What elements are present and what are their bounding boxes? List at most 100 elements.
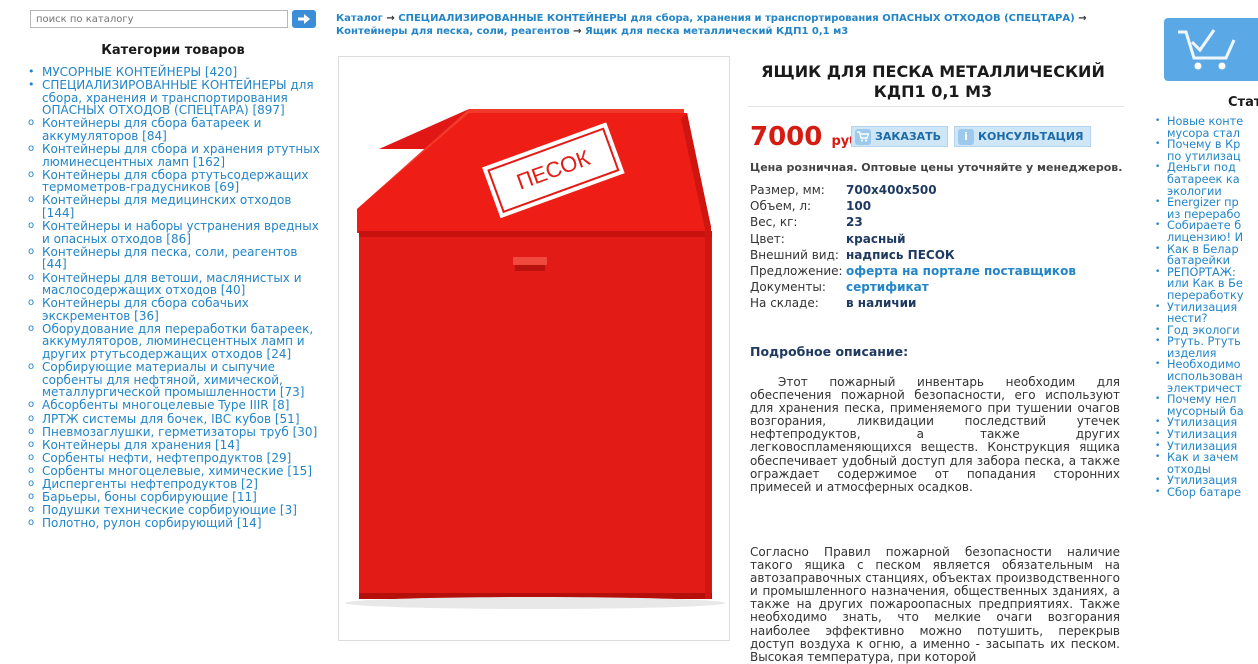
search-bar: [30, 10, 316, 28]
category-item[interactable]: o Контейнеры для песка, соли, реагентов […: [26, 246, 321, 271]
description-paragraph-1: Этот пожарный инвентарь необходим для об…: [750, 375, 1120, 494]
category-item[interactable]: o Пневмозаглушки, герметизаторы труб [30]: [26, 425, 321, 439]
article-item[interactable]: • Почему нел мусорный ба: [1153, 394, 1258, 417]
category-item[interactable]: o Сорбирующие материалы и сыпучие сорбент…: [26, 361, 321, 399]
category-item[interactable]: o Контейнеры для сбора и хранения ртутных…: [26, 143, 321, 168]
category-item[interactable]: o Контейнеры для сбора ртутьсодержащих те…: [26, 169, 321, 194]
article-label: Утилизация: [1167, 440, 1238, 453]
article-item[interactable]: • Новые конте мусора стал: [1153, 116, 1258, 139]
category-label: Абсорбенты многоцелевые Type IIIR [8]: [42, 398, 290, 413]
article-item[interactable]: • РЕПОРТАЖ: или Как в Бе переработку: [1153, 267, 1258, 302]
category-item[interactable]: o Контейнеры для медицинских отходов [144…: [26, 194, 321, 219]
spec-label: На складе:: [750, 296, 819, 311]
left-sidebar: Категории товаров • МУСОРНЫЕ КОНТЕЙНЕРЫ […: [0, 0, 325, 635]
bullet-icon: o: [28, 361, 35, 373]
category-item[interactable]: o Абсорбенты многоцелевые Type IIIR [8]: [26, 399, 321, 412]
bullet-icon: •: [28, 78, 35, 92]
bullet-icon: o: [28, 478, 35, 489]
category-item[interactable]: o Контейнеры для хранения [14]: [26, 437, 321, 452]
article-item[interactable]: • Утилизация: [1153, 475, 1258, 487]
category-label: Контейнеры для ветоши, маслянистых и мас…: [42, 270, 302, 298]
breadcrumb-item-sand-containers[interactable]: Контейнеры для песка, соли, реагентов: [336, 26, 570, 37]
article-item[interactable]: • Ртуть. Ртуть изделия: [1153, 336, 1258, 359]
consult-button[interactable]: i КОНСУЛЬТАЦИЯ: [954, 126, 1091, 147]
product-price: 7000 руб.: [750, 122, 863, 152]
spec-value[interactable]: оферта на портале поставщиков: [846, 263, 1076, 279]
product-photo-frame[interactable]: ПЕСОК: [338, 56, 730, 641]
product-specs: Размер, мм: 700x400x500 Объем, л: 100 Вес, к…: [750, 182, 1076, 312]
spec-value: 100: [846, 199, 872, 214]
articles-list: • Новые конте мусора стал • Почему в Кр по …: [1153, 116, 1258, 499]
article-label: Новые конте мусора стал: [1167, 116, 1244, 140]
cart-widget[interactable]: [1164, 18, 1258, 81]
order-button[interactable]: ЗАКАЗАТЬ: [851, 126, 949, 147]
category-label: Контейнеры для песка, соли, реагентов [4…: [42, 244, 298, 272]
bullet-icon: o: [28, 168, 35, 180]
category-label: Барьеры, боны сорбирующие [11]: [42, 490, 257, 505]
category-item[interactable]: o Контейнеры и наборы устранения вредных …: [26, 220, 321, 245]
category-item[interactable]: o Диспергенты нефтепродуктов [2]: [26, 478, 321, 491]
bullet-icon: o: [28, 464, 35, 476]
article-item[interactable]: • Утилизация: [1153, 417, 1258, 429]
category-item[interactable]: • СПЕЦИАЛИЗИРОВАННЫЕ КОНТЕЙНЕРЫ для сбора…: [26, 78, 321, 117]
category-item[interactable]: o Оборудование для переработки батареек, …: [26, 323, 321, 361]
bullet-icon: o: [28, 491, 35, 503]
spec-label: Объем, л:: [750, 199, 812, 214]
category-label: Полотно, рулон сорбирующий [14]: [42, 516, 262, 531]
search-submit-button[interactable]: [292, 10, 316, 28]
bullet-icon: •: [1155, 243, 1161, 254]
article-item[interactable]: • Утилизация нести?: [1153, 302, 1258, 325]
breadcrumb: Каталог → СПЕЦИАЛИЗИРОВАННЫЕ КОНТЕЙНЕРЫ …: [336, 13, 1126, 38]
bullet-icon: o: [28, 245, 35, 257]
article-item[interactable]: • Деньги под батареек ка экологии: [1153, 162, 1258, 197]
bullet-icon: o: [28, 297, 35, 309]
article-item[interactable]: • Energizer пр из перерабо: [1153, 197, 1258, 220]
article-label: Energizer пр из перерабо: [1167, 197, 1241, 221]
category-item[interactable]: • МУСОРНЫЕ КОНТЕЙНЕРЫ [420]: [26, 65, 321, 79]
article-item[interactable]: • Собираете б лицензию! И: [1153, 220, 1258, 243]
article-label: Необходимо использован электричест: [1167, 359, 1243, 395]
category-item[interactable]: o Контейнеры для сбора собачьих экскремен…: [26, 297, 321, 322]
cart-icon: [855, 128, 871, 145]
bullet-icon: o: [28, 451, 35, 463]
category-label: Сорбенты многоцелевые, химические [15]: [42, 463, 312, 478]
article-item[interactable]: • Почему в Кр по утилизац: [1153, 139, 1258, 162]
article-item[interactable]: • Как в Белар батарейки: [1153, 244, 1258, 267]
bullet-icon: o: [28, 412, 35, 424]
bullet-icon: •: [1155, 417, 1161, 428]
spec-row: Предложение: оферта на портале поставщико…: [750, 263, 1076, 279]
breadcrumb-arrow: →: [1078, 13, 1087, 24]
category-item[interactable]: o ЛРТЖ системы для бочек, IBC кубов [51]: [26, 412, 321, 426]
category-label: Контейнеры для хранения [14]: [42, 437, 240, 452]
category-item[interactable]: o Сорбенты нефти, нефтепродуктов [29]: [26, 452, 321, 465]
bullet-icon: •: [1155, 475, 1161, 486]
spec-value: надпись ПЕСОК: [846, 247, 955, 262]
article-item[interactable]: • Сбор батаре: [1153, 487, 1258, 499]
article-item[interactable]: • Год экологи: [1153, 325, 1258, 337]
article-label: Почему в Кр по утилизац: [1167, 139, 1241, 163]
description-paragraph-2: Согласно Правил пожарной безопасности на…: [750, 545, 1120, 664]
category-label: Подушки технические сорбирующие [3]: [42, 503, 297, 518]
category-item[interactable]: o Контейнеры для сбора батареек и аккумул…: [26, 117, 321, 142]
article-item[interactable]: • Как и зачем отходы: [1153, 452, 1258, 475]
article-item[interactable]: • Утилизация: [1153, 441, 1258, 453]
search-input[interactable]: [30, 10, 288, 28]
breadcrumb-item-special-containers[interactable]: СПЕЦИАЛИЗИРОВАННЫЕ КОНТЕЙНЕРЫ для сбора,…: [398, 13, 1074, 24]
info-icon: i: [958, 128, 974, 145]
bullet-icon: •: [1155, 324, 1161, 335]
category-label: Оборудование для переработки батареек, а…: [42, 321, 314, 362]
breadcrumb-item-catalog[interactable]: Каталог: [336, 13, 383, 24]
article-label: Утилизация нести?: [1167, 301, 1238, 325]
category-item[interactable]: o Контейнеры для ветоши, маслянистых и ма…: [26, 270, 321, 298]
spec-value[interactable]: сертификат: [846, 279, 929, 295]
article-item[interactable]: • Необходимо использован электричест: [1153, 359, 1258, 394]
bullet-icon: o: [28, 517, 35, 529]
article-label: Год экологи: [1167, 324, 1240, 337]
spec-label: Размер, мм:: [750, 183, 825, 197]
article-item[interactable]: • Утилизация: [1153, 429, 1258, 441]
category-item[interactable]: o Полотно, рулон сорбирующий [14]: [26, 517, 321, 530]
category-item[interactable]: o Сорбенты многоцелевые, химические [15]: [26, 465, 321, 478]
category-item[interactable]: o Подушки технические сорбирующие [3]: [26, 504, 321, 517]
category-item[interactable]: o Барьеры, боны сорбирующие [11]: [26, 491, 321, 504]
article-label: Ртуть. Ртуть изделия: [1167, 336, 1241, 360]
